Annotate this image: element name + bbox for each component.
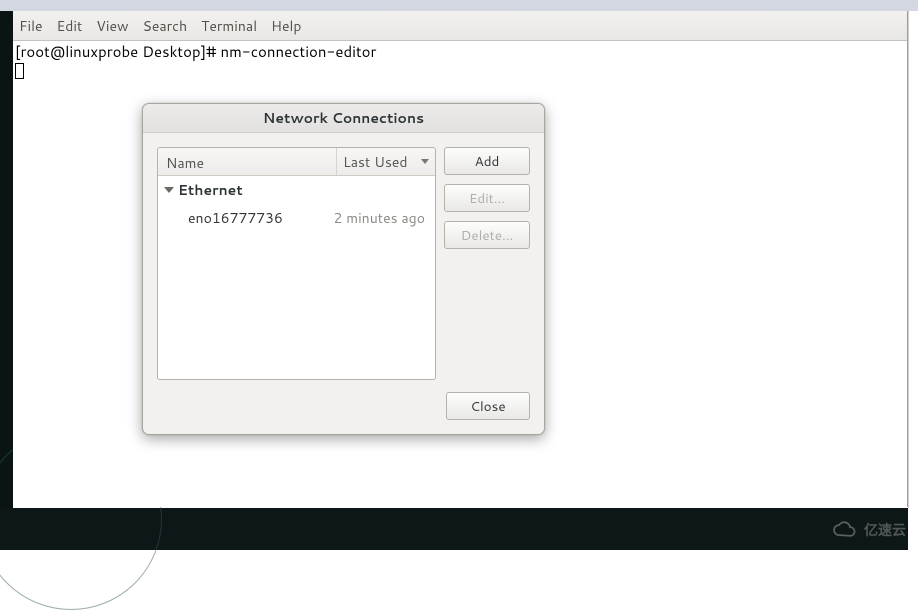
network-connections-dialog: Network Connections Name Last Used Ether… [142,103,545,435]
connection-name: eno16777736 [188,208,334,228]
menu-search[interactable]: Search [143,16,188,36]
group-label: Ethernet [178,180,243,200]
cloud-icon [830,521,858,539]
terminal-cursor [15,63,24,79]
menu-terminal[interactable]: Terminal [201,16,257,36]
menu-edit[interactable]: Edit [57,16,83,36]
dialog-button-column: Add Edit... Delete... [444,147,530,380]
terminal-prompt: [root@linuxprobe Desktop]# [15,41,221,62]
add-button[interactable]: Add [444,147,530,175]
terminal-scrollbar[interactable] [908,11,918,508]
dialog-footer: Close [157,380,530,420]
triangle-down-icon [164,187,174,193]
close-button[interactable]: Close [446,392,530,420]
list-header: Name Last Used [158,148,435,176]
desktop-background-bottom [0,508,908,550]
chevron-down-icon [421,159,429,164]
window-titlebar-strip [0,0,918,11]
terminal-command: nm-connection-editor [221,41,377,62]
delete-button[interactable]: Delete... [444,221,530,249]
watermark-text: 亿速云 [864,520,906,540]
menu-help[interactable]: Help [271,16,301,36]
list-body: Ethernet eno16777736 2 minutes ago [158,176,435,379]
terminal-menubar: File Edit View Search Terminal Help [13,11,907,41]
column-header-name[interactable]: Name [158,148,337,175]
group-row-ethernet[interactable]: Ethernet [158,176,435,204]
column-header-last-used-label: Last Used [343,152,408,172]
dialog-title: Network Connections [143,104,544,133]
menu-view[interactable]: View [96,16,128,36]
menu-file[interactable]: File [19,16,43,36]
dialog-body: Name Last Used Ethernet eno16777736 2 mi… [143,133,544,434]
connection-last-used: 2 minutes ago [334,208,429,228]
column-header-last-used[interactable]: Last Used [337,148,435,175]
watermark: 亿速云 [830,520,906,540]
connections-list[interactable]: Name Last Used Ethernet eno16777736 2 mi… [157,147,436,380]
connection-row[interactable]: eno16777736 2 minutes ago [158,204,435,232]
edit-button[interactable]: Edit... [444,184,530,212]
